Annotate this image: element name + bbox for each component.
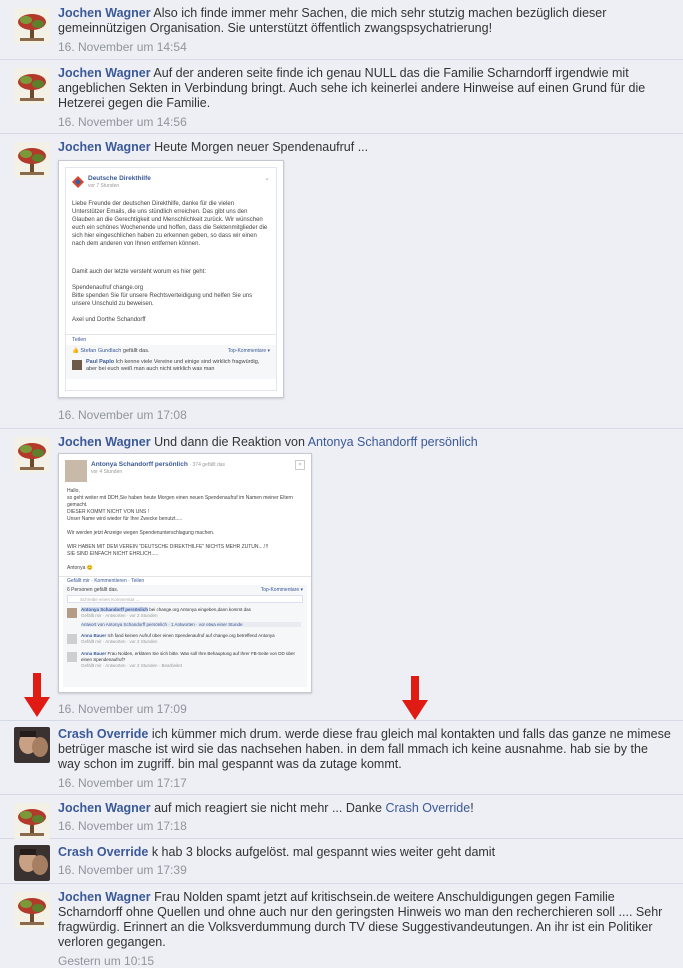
timestamp[interactable]: 16. November um 14:54	[58, 40, 187, 54]
comment-text: k hab 3 blocks aufgelöst. mal gespannt w…	[151, 845, 496, 859]
author-link[interactable]: Crash Override	[58, 845, 148, 859]
avatar[interactable]	[14, 8, 50, 44]
post-age: vor 4 Stunden	[91, 469, 123, 475]
comment: Crash Override ich kümmer mich drum. wer…	[0, 721, 683, 795]
reply: Anna Bauer Frau Nolden, erklären Sie sic…	[81, 651, 295, 668]
timestamp[interactable]: Gestern um 10:15	[58, 954, 154, 968]
comment-text: Und dann die Reaktion von	[154, 435, 308, 449]
avatar[interactable]	[14, 142, 50, 178]
post-text: Liebe Freunde der deutschen Direkthilfe,…	[72, 201, 268, 247]
avatar[interactable]	[14, 437, 50, 473]
comment: Crash Override k hab 3 blocks aufgelöst.…	[0, 839, 683, 884]
likes-line: 6 Personen gefällt das.	[67, 587, 119, 593]
comment-body: Crash Override ich kümmer mich drum. wer…	[58, 727, 673, 772]
comment: Jochen Wagner Frau Nolden spamt jetzt au…	[0, 884, 683, 968]
mention-link[interactable]: Antonya Schandorff persönlich	[308, 435, 478, 449]
post-text: Hallo, so geht weiter mit DDH,Sie haben …	[67, 488, 293, 571]
attached-screenshot[interactable]: Antonya Schandorff persönlich · 374 gefä…	[58, 453, 312, 693]
attached-screenshot[interactable]: Deutsche Direkthilfe vor 7 Stunden ⌄ Lie…	[58, 160, 284, 398]
comment: Jochen Wagner auf mich reagiert sie nich…	[0, 795, 683, 839]
author-link[interactable]: Jochen Wagner	[58, 890, 151, 904]
comment-body: Jochen Wagner Frau Nolden spamt jetzt au…	[58, 890, 673, 950]
share-link[interactable]: Teilen	[72, 337, 86, 343]
avatar[interactable]	[14, 727, 50, 763]
avatar	[72, 360, 82, 370]
avatar[interactable]	[14, 68, 50, 104]
post-text: Damit auch der letzte versteht worum es …	[72, 269, 207, 275]
likes-line: 👍 Stefan Gundlach gefällt das.	[72, 348, 150, 354]
page-name: Deutsche Direkthilfe	[88, 175, 151, 182]
avatar	[65, 460, 87, 482]
comment-body: Jochen Wagner auf mich reagiert sie nich…	[58, 801, 474, 815]
timestamp[interactable]: 16. November um 17:08	[58, 408, 187, 422]
comment: Jochen Wagner Also ich finde immer mehr …	[0, 0, 683, 60]
timestamp[interactable]: 16. November um 17:09	[58, 702, 187, 716]
avatar	[67, 634, 77, 644]
comment-input[interactable]: Schreibe einen Kommentar ...	[67, 595, 303, 603]
timestamp[interactable]: 16. November um 17:17	[58, 776, 187, 790]
comment-text: Heute Morgen neuer Spendenaufruf ...	[154, 140, 369, 154]
post-text: Axel und Dorthe Schandorff	[72, 317, 146, 323]
author-link[interactable]: Crash Override	[58, 727, 148, 741]
comment-text: ich kümmer mich drum. werde diese frau g…	[58, 727, 671, 771]
page-name-line: Antonya Schandorff persönlich · 374 gefä…	[91, 461, 226, 468]
comment-body: Jochen Wagner Und dann die Reaktion von …	[58, 435, 673, 450]
comment-text: auf mich reagiert sie nicht mehr ... Dan…	[154, 801, 386, 815]
author-link[interactable]: Jochen Wagner	[58, 801, 151, 815]
reply-thread-link[interactable]: Antwort von Antonya Schandorff persönlic…	[81, 622, 301, 627]
author-link[interactable]: Jochen Wagner	[58, 6, 151, 20]
avatar[interactable]	[14, 845, 50, 881]
comment: Jochen Wagner Heute Morgen neuer Spenden…	[0, 134, 683, 429]
comment-body: Crash Override k hab 3 blocks aufgelöst.…	[58, 845, 673, 860]
avatar[interactable]	[14, 892, 50, 928]
author-link[interactable]: Jochen Wagner	[58, 140, 151, 154]
comment-body: Jochen Wagner Also ich finde immer mehr …	[58, 6, 673, 36]
chevron-down-icon: ⌄	[264, 175, 270, 182]
reply: Anna Bauer Ich fand keinen Aufruf über e…	[81, 633, 275, 644]
author-link[interactable]: Jochen Wagner	[58, 435, 151, 449]
post-text: Spendenaufruf change.org	[72, 285, 144, 291]
comment: Jochen Wagner Und dann die Reaktion von …	[0, 429, 683, 721]
arrow-down-icon	[402, 676, 428, 720]
avatar[interactable]	[14, 803, 50, 839]
timestamp[interactable]: 16. November um 14:56	[58, 115, 187, 129]
avatar	[67, 652, 77, 662]
comment-preview: Paul Paplo Ich kenne viele Vereine und e…	[86, 359, 260, 372]
thumb-icon: 👍	[72, 348, 79, 354]
top-comments-dropdown[interactable]: Top-Kommentare ▾	[228, 348, 270, 354]
comment-body: Jochen Wagner Heute Morgen neuer Spenden…	[58, 140, 673, 155]
comment: Jochen Wagner Auf der anderen seite find…	[0, 60, 683, 134]
timestamp[interactable]: 16. November um 17:39	[58, 863, 187, 877]
post-age: vor 7 Stunden	[88, 183, 120, 189]
avatar	[67, 608, 77, 618]
mention-link[interactable]: Crash Override	[385, 801, 470, 815]
top-comments-dropdown[interactable]: Top-Kommentare ▾	[261, 587, 303, 593]
close-icon[interactable]: ×	[295, 460, 305, 470]
comment-body: Jochen Wagner Auf der anderen seite find…	[58, 66, 673, 111]
post-actions[interactable]: Gefällt mir · Kommentieren · Teilen	[67, 578, 144, 584]
timestamp[interactable]: 16. November um 17:18	[58, 819, 187, 833]
reply: Antonya Schandorff persönlich bei change…	[81, 607, 251, 618]
arrow-down-icon	[24, 673, 50, 717]
author-link[interactable]: Jochen Wagner	[58, 66, 151, 80]
page-logo-icon	[72, 176, 84, 188]
post-text: Bitte spenden Sie für unsere Rechtsverte…	[72, 293, 253, 307]
